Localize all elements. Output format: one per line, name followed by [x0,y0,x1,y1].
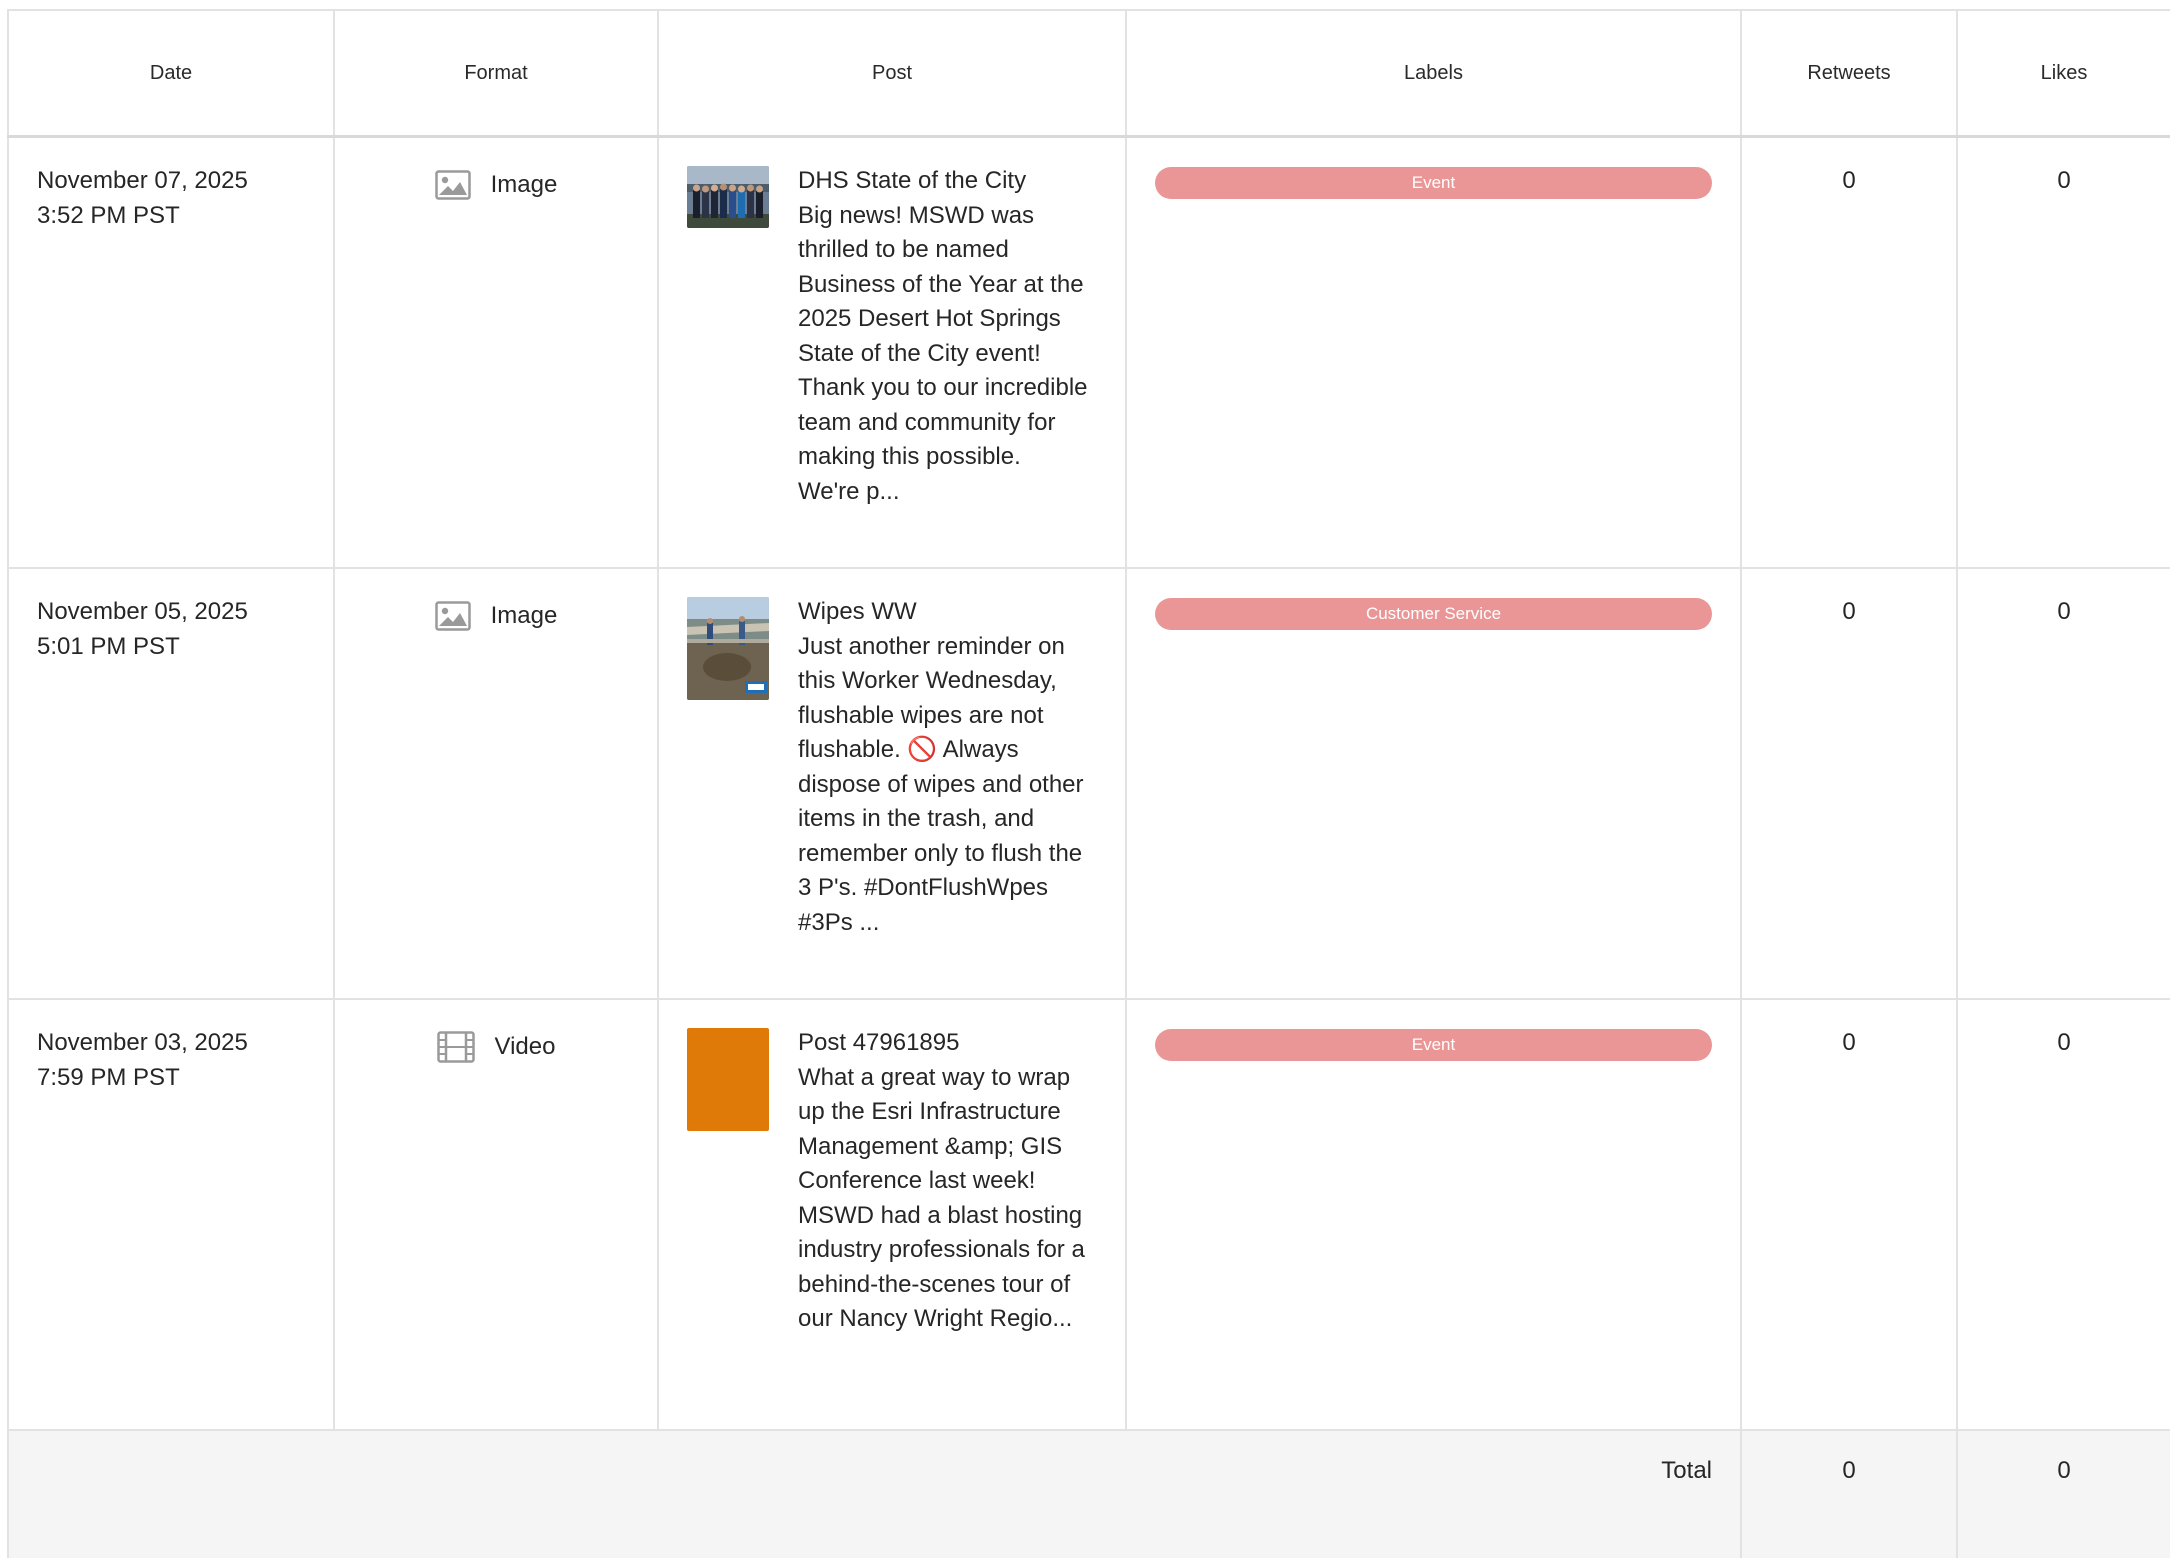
prohibited-icon: 🚫 [907,736,938,763]
posts-table: Date Format Post Labels Retweets Likes N… [7,9,2170,1558]
post-text[interactable]: DHS State of the City Big news! MSWD was… [798,164,1088,509]
group-photo-thumbnail[interactable] [687,166,769,228]
post-time: 7:59 PM PST [37,1063,180,1091]
table-row[interactable]: November 05, 2025 5:01 PM PST Image Wipe… [7,567,2170,1000]
image-icon [434,170,471,200]
format-label: Image [490,171,558,198]
likes-cell: 0 [1956,567,2170,1000]
column-header-likes[interactable]: Likes [1956,9,2170,138]
post-date: November 03, 2025 [37,1029,248,1056]
label-badge[interactable]: Event [1155,167,1712,199]
post-body: Big news! MSWD was thrilled to be named … [798,201,1088,505]
video-placeholder-thumbnail[interactable] [687,1028,769,1131]
total-label: Total [7,1429,1742,1558]
retweets-cell: 0 [1740,567,1958,1000]
column-header-date[interactable]: Date [7,9,335,138]
column-header-format[interactable]: Format [333,9,659,138]
column-header-labels[interactable]: Labels [1125,9,1742,138]
image-icon [434,601,471,631]
label-badge[interactable]: Event [1155,1029,1712,1061]
post-title: Post 47961895 [798,1029,960,1056]
likes-cell: 0 [1956,135,2170,569]
likes-cell: 0 [1956,998,2170,1431]
post-cell: DHS State of the City Big news! MSWD was… [657,135,1127,569]
post-time: 5:01 PM PST [37,632,180,660]
date-cell: November 05, 2025 5:01 PM PST [7,567,335,1000]
format-cell: Image [333,135,659,569]
labels-cell: Customer Service [1125,567,1742,1000]
post-date: November 05, 2025 [37,598,248,625]
date-cell: November 03, 2025 7:59 PM PST [7,998,335,1431]
retweets-cell: 0 [1740,135,1958,569]
date-cell: November 07, 2025 3:52 PM PST [7,135,335,569]
format-cell: Video [333,998,659,1431]
format-label: Image [490,602,558,629]
totals-row: Total 0 0 [7,1429,2170,1558]
retweets-cell: 0 [1740,998,1958,1431]
worksite-photo-thumbnail[interactable] [687,597,769,700]
posts-report: Date Format Post Labels Retweets Likes N… [7,9,2170,1558]
label-badge[interactable]: Customer Service [1155,598,1712,630]
post-title: DHS State of the City [798,167,1027,194]
table-row[interactable]: November 07, 2025 3:52 PM PST Image DHS … [7,135,2170,569]
post-cell: Wipes WW Just another reminder on this W… [657,567,1127,1000]
film-icon [436,1031,475,1063]
post-body: Just another reminder on this Worker Wed… [798,630,1088,941]
format-cell: Image [333,567,659,1000]
post-title: Wipes WW [798,598,917,625]
labels-cell: Event [1125,135,1742,569]
post-time: 3:52 PM PST [37,201,180,229]
table-header-row: Date Format Post Labels Retweets Likes [7,9,2170,138]
labels-cell: Event [1125,998,1742,1431]
post-body: What a great way to wrap up the Esri Inf… [798,1063,1085,1333]
post-cell: Post 47961895 What a great way to wrap u… [657,998,1127,1431]
post-text[interactable]: Wipes WW Just another reminder on this W… [798,595,1088,940]
column-header-post[interactable]: Post [657,9,1127,138]
table-row[interactable]: November 03, 2025 7:59 PM PST Video Post… [7,998,2170,1431]
post-body-part: Always dispose of wipes and other items … [798,736,1084,936]
post-date: November 07, 2025 [37,167,248,194]
likes-total: 0 [1956,1429,2170,1558]
retweets-total: 0 [1740,1429,1958,1558]
post-text[interactable]: Post 47961895 What a great way to wrap u… [798,1026,1088,1337]
format-label: Video [494,1033,556,1060]
column-header-retweets[interactable]: Retweets [1740,9,1958,138]
